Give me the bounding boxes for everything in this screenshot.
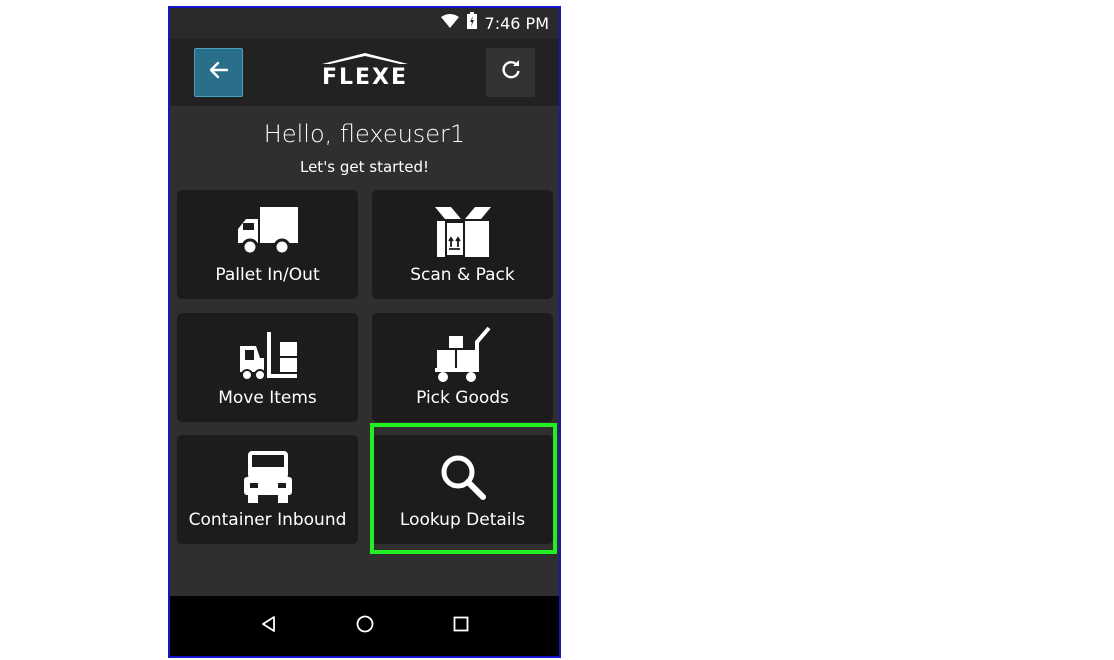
- nav-recents-button[interactable]: [443, 608, 479, 644]
- home-circle-icon: [355, 614, 375, 639]
- recents-square-icon: [452, 615, 470, 638]
- refresh-icon: [500, 59, 522, 86]
- arrow-left-icon: [208, 59, 230, 86]
- back-button[interactable]: [194, 48, 243, 97]
- app-bar: FLEXE: [170, 39, 559, 106]
- tile-container-inbound[interactable]: Container Inbound: [177, 435, 358, 544]
- highlight-box: [370, 423, 557, 554]
- refresh-button[interactable]: [486, 48, 535, 97]
- status-bar: 7:46 PM: [170, 8, 559, 39]
- back-triangle-icon: [260, 615, 278, 638]
- open-box-icon: [372, 204, 553, 260]
- nav-home-button[interactable]: [347, 608, 383, 644]
- phone-screen: 7:46 PM FLEXE Hello, flexeuser1 Let's ge…: [168, 6, 561, 658]
- logo-roof-icon: [322, 53, 408, 64]
- tile-label: Pick Goods: [416, 388, 509, 408]
- tile-label: Move Items: [218, 388, 317, 408]
- semi-truck-icon: [177, 449, 358, 505]
- system-nav-bar: [170, 596, 559, 656]
- greeting-title: Hello, flexeuser1: [263, 120, 466, 148]
- wifi-icon: [440, 13, 459, 33]
- greeting-subtitle: Let's get started!: [299, 158, 429, 176]
- nav-back-button[interactable]: [251, 608, 287, 644]
- truck-icon: [177, 204, 358, 260]
- flexe-logo: FLEXE: [310, 51, 420, 95]
- tile-pick-goods[interactable]: Pick Goods: [372, 313, 553, 422]
- forklift-icon: [177, 327, 358, 383]
- tile-label: Scan & Pack: [410, 265, 515, 285]
- tile-pallet-in-out[interactable]: Pallet In/Out: [177, 190, 358, 299]
- tile-scan-and-pack[interactable]: Scan & Pack: [372, 190, 553, 299]
- hand-cart-icon: [372, 326, 553, 383]
- brand-name: FLEXE: [321, 65, 409, 90]
- clock: 7:46 PM: [484, 13, 549, 33]
- tile-label: Pallet In/Out: [215, 265, 320, 285]
- status-icons: 7:46 PM: [440, 12, 549, 34]
- tile-label: Container Inbound: [188, 510, 347, 530]
- tile-move-items[interactable]: Move Items: [177, 313, 358, 422]
- battery-charging-icon: [466, 12, 477, 34]
